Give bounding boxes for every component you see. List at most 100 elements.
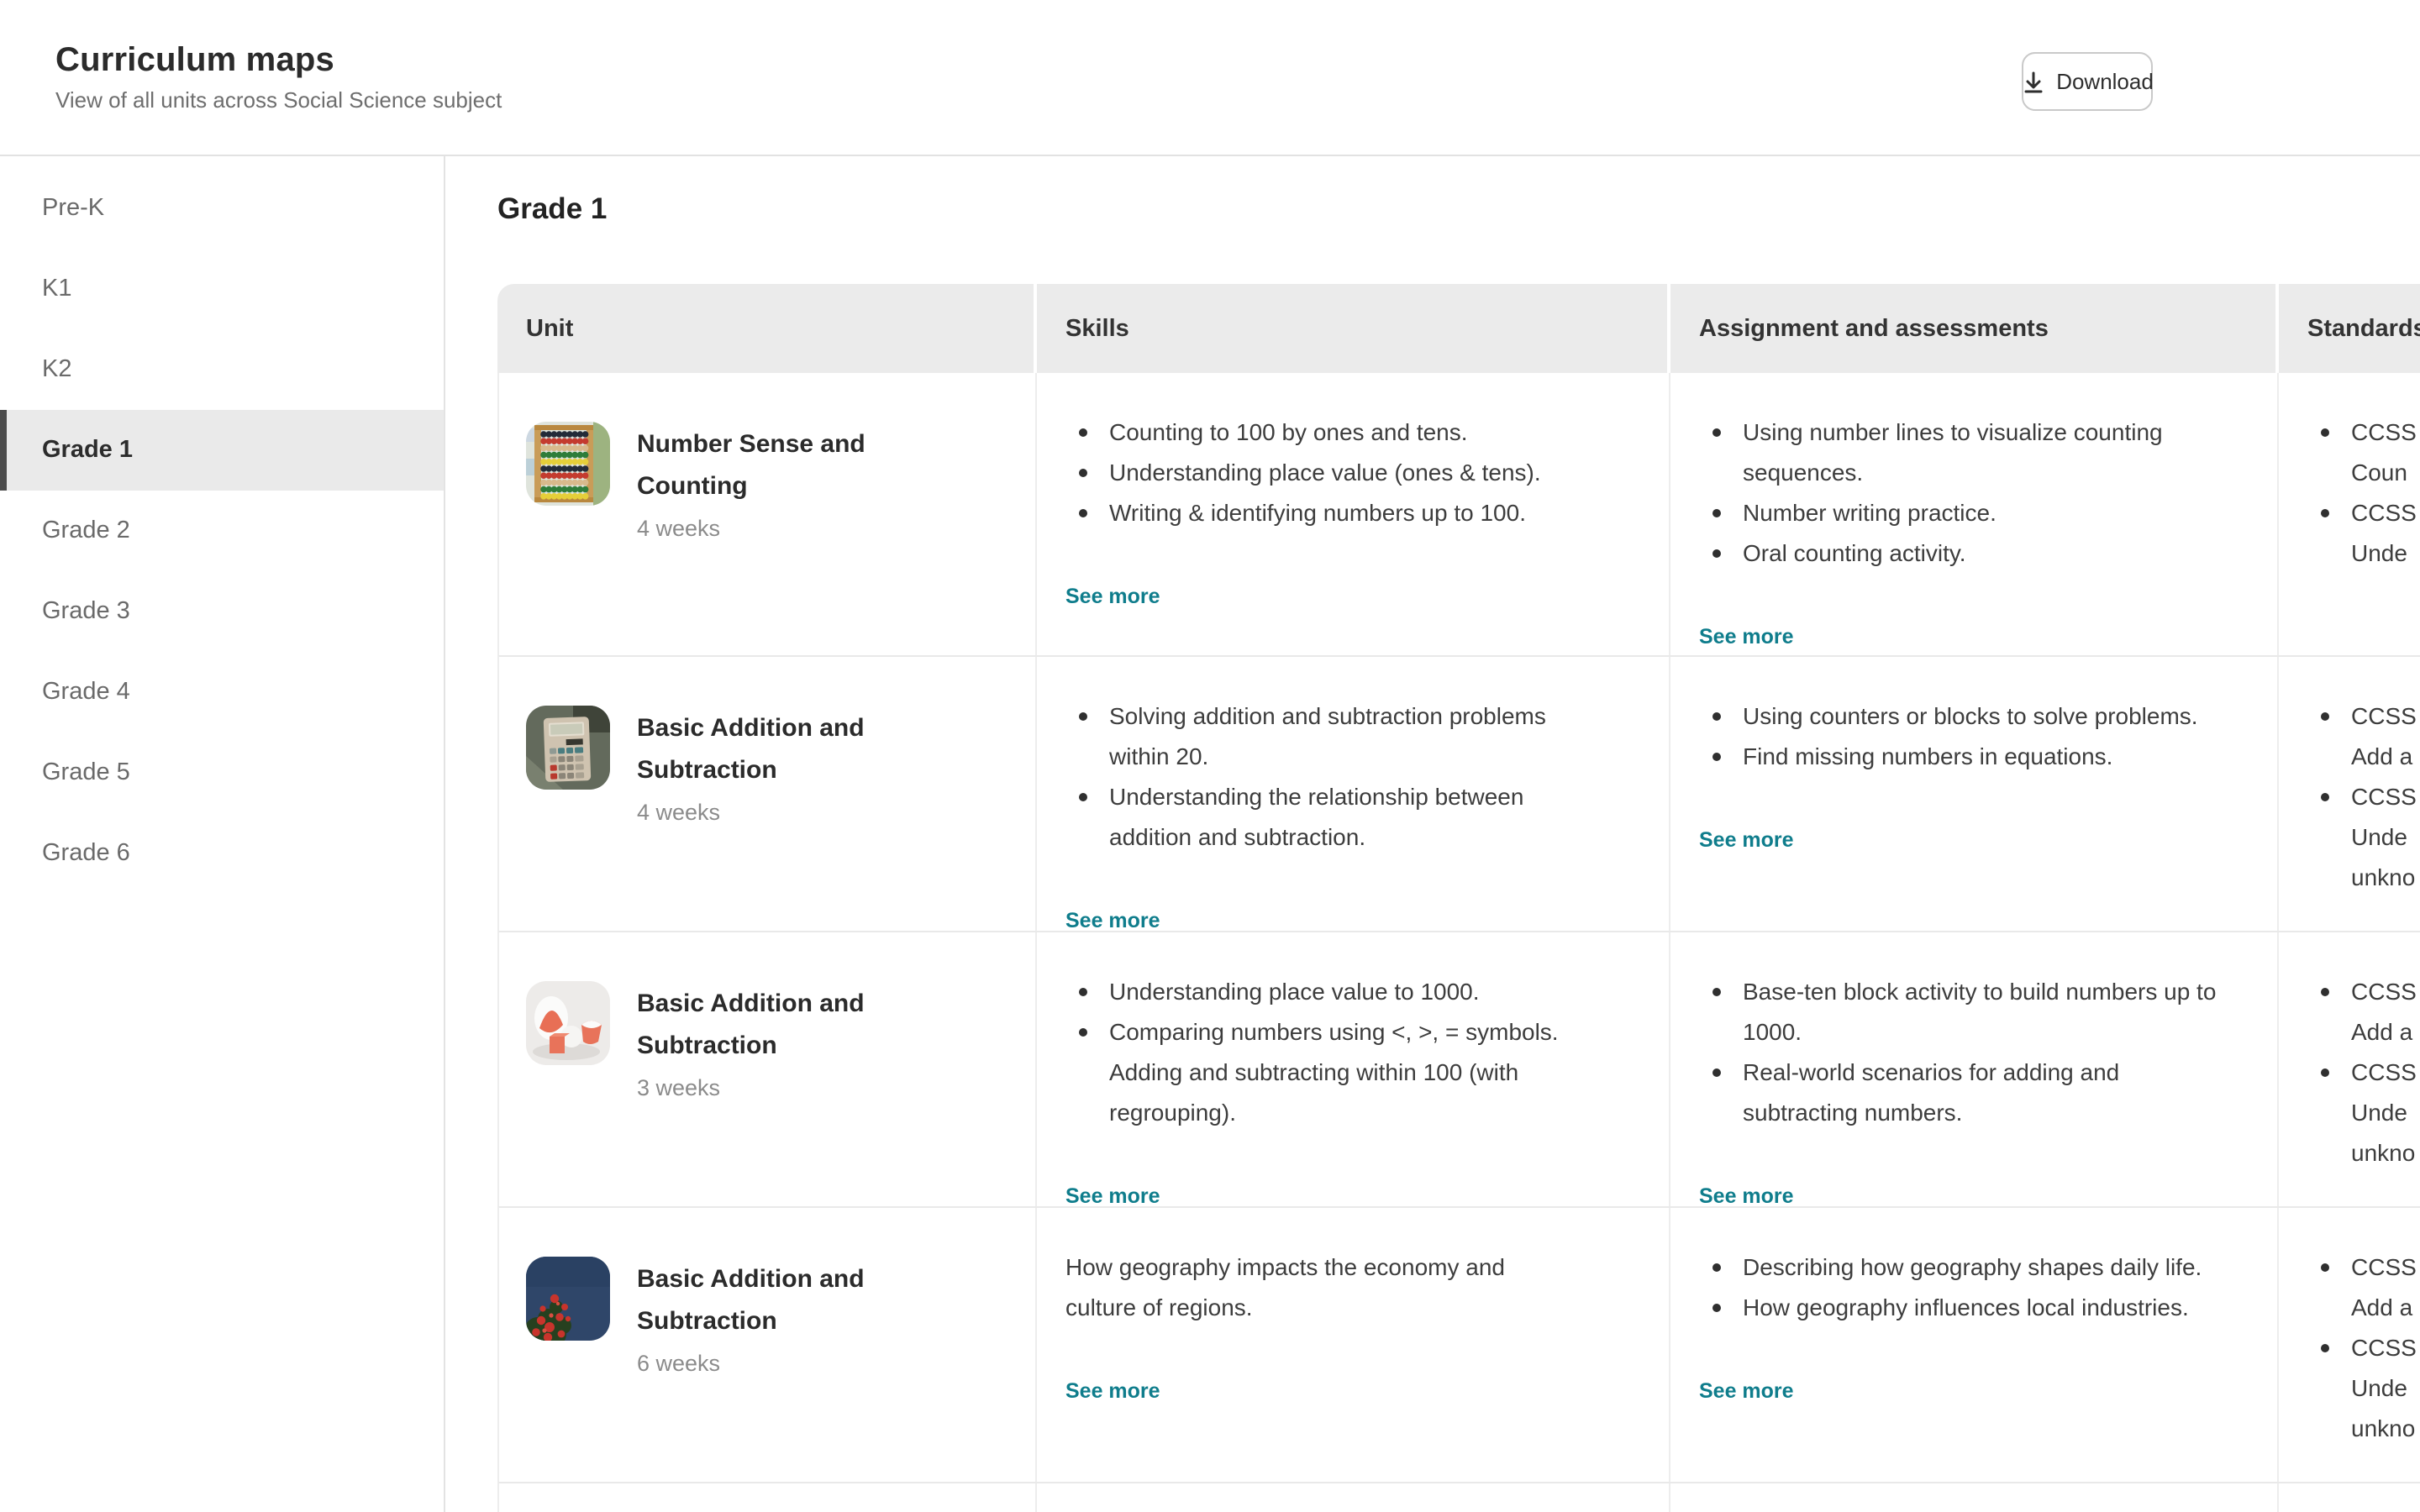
page-header: Curriculum maps View of all units across… [0,0,2420,156]
bullet-item: Understanding place value to 1000. [1079,971,1591,1011]
standard-item: CCSS Unde unkno [2321,1052,2420,1173]
table-header-row: Unit Skills Assignment and assessments Stan… [497,284,2420,373]
sidebar-item-label: Grade 3 [42,598,130,625]
unit-duration: 3 weeks [637,1075,721,1100]
standard-line: CCSS [2351,1253,2417,1280]
sidebar-item-label: K2 [42,356,72,383]
standard-line: unkno [2351,1415,2416,1441]
sidebar-item-grade-2[interactable]: Grade 2 [0,491,444,571]
see-more-link[interactable]: See more [1065,1184,1160,1208]
see-more-link[interactable]: See more [1065,909,1160,932]
standard-line: Add a [2351,1294,2413,1320]
see-more-link[interactable]: See more [1699,1379,1794,1403]
skills-cell: How geography impacts the economy and cu… [1035,1208,1669,1482]
skills-cell: Counting to 100 by ones and tens. Underst… [1035,373,1669,655]
bullet-item: How geography influences local industrie… [1712,1287,2225,1327]
curriculum-table: Unit Skills Assignment and assessments Stan… [497,284,2420,1512]
unit-info: Basic Addition and Subtraction 4 weeks [637,706,919,931]
standard-line: CCSS [2351,783,2417,810]
empty-cell [1035,1483,1669,1512]
standard-line: Unde [2351,539,2407,566]
sidebar-item-label: Pre-K [42,195,105,222]
table-row: Basic Addition and Subtraction 6 weeks How… [497,1206,2420,1482]
bullet-item: Oral counting activity. [1712,533,2225,573]
section-title: Grade 1 [497,192,608,225]
assignments-cell-list: Using counters or blocks to solve proble… [1699,696,2225,776]
unit-duration: 4 weeks [637,800,721,825]
standard-item: CCSS Unde unkno [2321,1327,2420,1448]
see-more-link[interactable]: See more [1699,828,1794,852]
skills-cell-text: How geography impacts the economy and cu… [1065,1253,1505,1320]
see-more-link[interactable]: See more [1699,1184,1794,1208]
see-more-link[interactable]: See more [1065,1379,1160,1403]
main-content: Grade 1 Unit Skills Assignment and assessm… [445,156,2420,1512]
assignments-cell-list: Base-ten block activity to build numbers… [1699,971,2225,1132]
sidebar-item-grade-6[interactable]: Grade 6 [0,813,444,894]
sidebar-item-k2[interactable]: K2 [0,329,444,410]
bullet-item: Writing & identifying numbers up to 100. [1079,492,1591,533]
unit-thumbnail-abacus [526,422,610,506]
sidebar-item-grade-3[interactable]: Grade 3 [0,571,444,652]
unit-thumbnail-calculator [526,706,610,790]
bullet-item: Solving addition and subtraction problem… [1079,696,1591,776]
curriculum-app: Curriculum maps View of all units across… [0,0,2420,1512]
sidebar-item-label: Grade 4 [42,679,130,706]
sidebar-item-k1[interactable]: K1 [0,249,444,329]
standard-line: Unde [2351,823,2407,850]
standard-item: CCSS Add a [2321,696,2420,776]
column-header-standards: Standards [2275,284,2420,373]
column-header-unit: Unit [497,284,1034,373]
skills-cell: Understanding place value to 1000. Compar… [1035,932,1669,1208]
see-more-link[interactable]: See more [1065,585,1160,608]
download-button[interactable]: Download [2021,52,2154,111]
unit-info: Number Sense and Counting 4 weeks [637,422,919,655]
assignments-cell: Base-ten block activity to build numbers… [1669,932,2277,1208]
standards-cell: CCSS Add a CCSS Unde unkno [2277,932,2420,1206]
table-body: Number Sense and Counting 4 weeks Counting… [497,373,2420,1512]
sidebar-item-grade-4[interactable]: Grade 4 [0,652,444,732]
unit-cell: Basic Addition and Subtraction 6 weeks [499,1208,1035,1482]
column-header-assignment-and-assessments: Assignment and assessments [1667,284,2275,373]
standard-line: unkno [2351,1139,2416,1166]
empty-cell [499,1483,1035,1512]
assignments-cell-list: Using number lines to visualize counting… [1699,412,2225,573]
bullet-item: Counting to 100 by ones and tens. [1079,412,1591,452]
standards-cell: CCSS Add a CCSS Unde unkno [2277,657,2420,931]
bullet-item: Number writing practice. [1712,492,2225,533]
standard-item: CCSS Unde unkno [2321,776,2420,897]
standard-line: CCSS [2351,1058,2417,1085]
table-row-partial [497,1482,2420,1512]
see-more-link[interactable]: See more [1699,625,1794,648]
table-row: Number Sense and Counting 4 weeks Counting… [497,373,2420,655]
download-icon [2021,70,2044,93]
sidebar-item-label: K1 [42,276,72,302]
assignments-cell-list: Describing how geography shapes daily li… [1699,1247,2225,1327]
empty-cell [2277,1483,2420,1512]
table-row: Basic Addition and Subtraction 4 weeks Sol… [497,655,2420,932]
sidebar-item-label: Grade 6 [42,840,130,867]
sidebar-item-pre-k[interactable]: Pre-K [0,168,444,249]
unit-duration: 6 weeks [637,1351,721,1376]
standard-line: Add a [2351,743,2413,769]
sidebar-item-label: Grade 2 [42,517,130,544]
sidebar-item-grade-5[interactable]: Grade 5 [0,732,444,813]
bullet-item: Describing how geography shapes daily li… [1712,1247,2225,1287]
skills-cell-list: Solving addition and subtraction problem… [1065,696,1591,857]
sidebar-item-label: Grade 1 [42,437,133,464]
assignments-cell: Using number lines to visualize counting… [1669,373,2277,655]
empty-cell [1669,1483,2277,1512]
assignments-cell: Describing how geography shapes daily li… [1669,1208,2277,1482]
standard-line: Unde [2351,1374,2407,1401]
unit-title: Basic Addition and Subtraction [637,990,865,1060]
unit-cell: Number Sense and Counting 4 weeks [499,373,1035,655]
unit-info: Basic Addition and Subtraction 3 weeks [637,981,919,1206]
unit-thumbnail-flowers [526,1257,610,1341]
bullet-item: Understanding place value (ones & tens). [1079,452,1591,492]
bullet-item: Comparing numbers using <, >, = symbols.… [1079,1011,1591,1132]
standard-line: Coun [2351,459,2407,486]
unit-thumbnail-shapes [526,981,610,1065]
standards-cell: CCSS Add a CCSS Unde unkno [2277,1208,2420,1482]
unit-info: Basic Addition and Subtraction 6 weeks [637,1257,919,1482]
sidebar-item-grade-1[interactable]: Grade 1 [0,410,444,491]
unit-title: Basic Addition and Subtraction [637,1265,865,1336]
